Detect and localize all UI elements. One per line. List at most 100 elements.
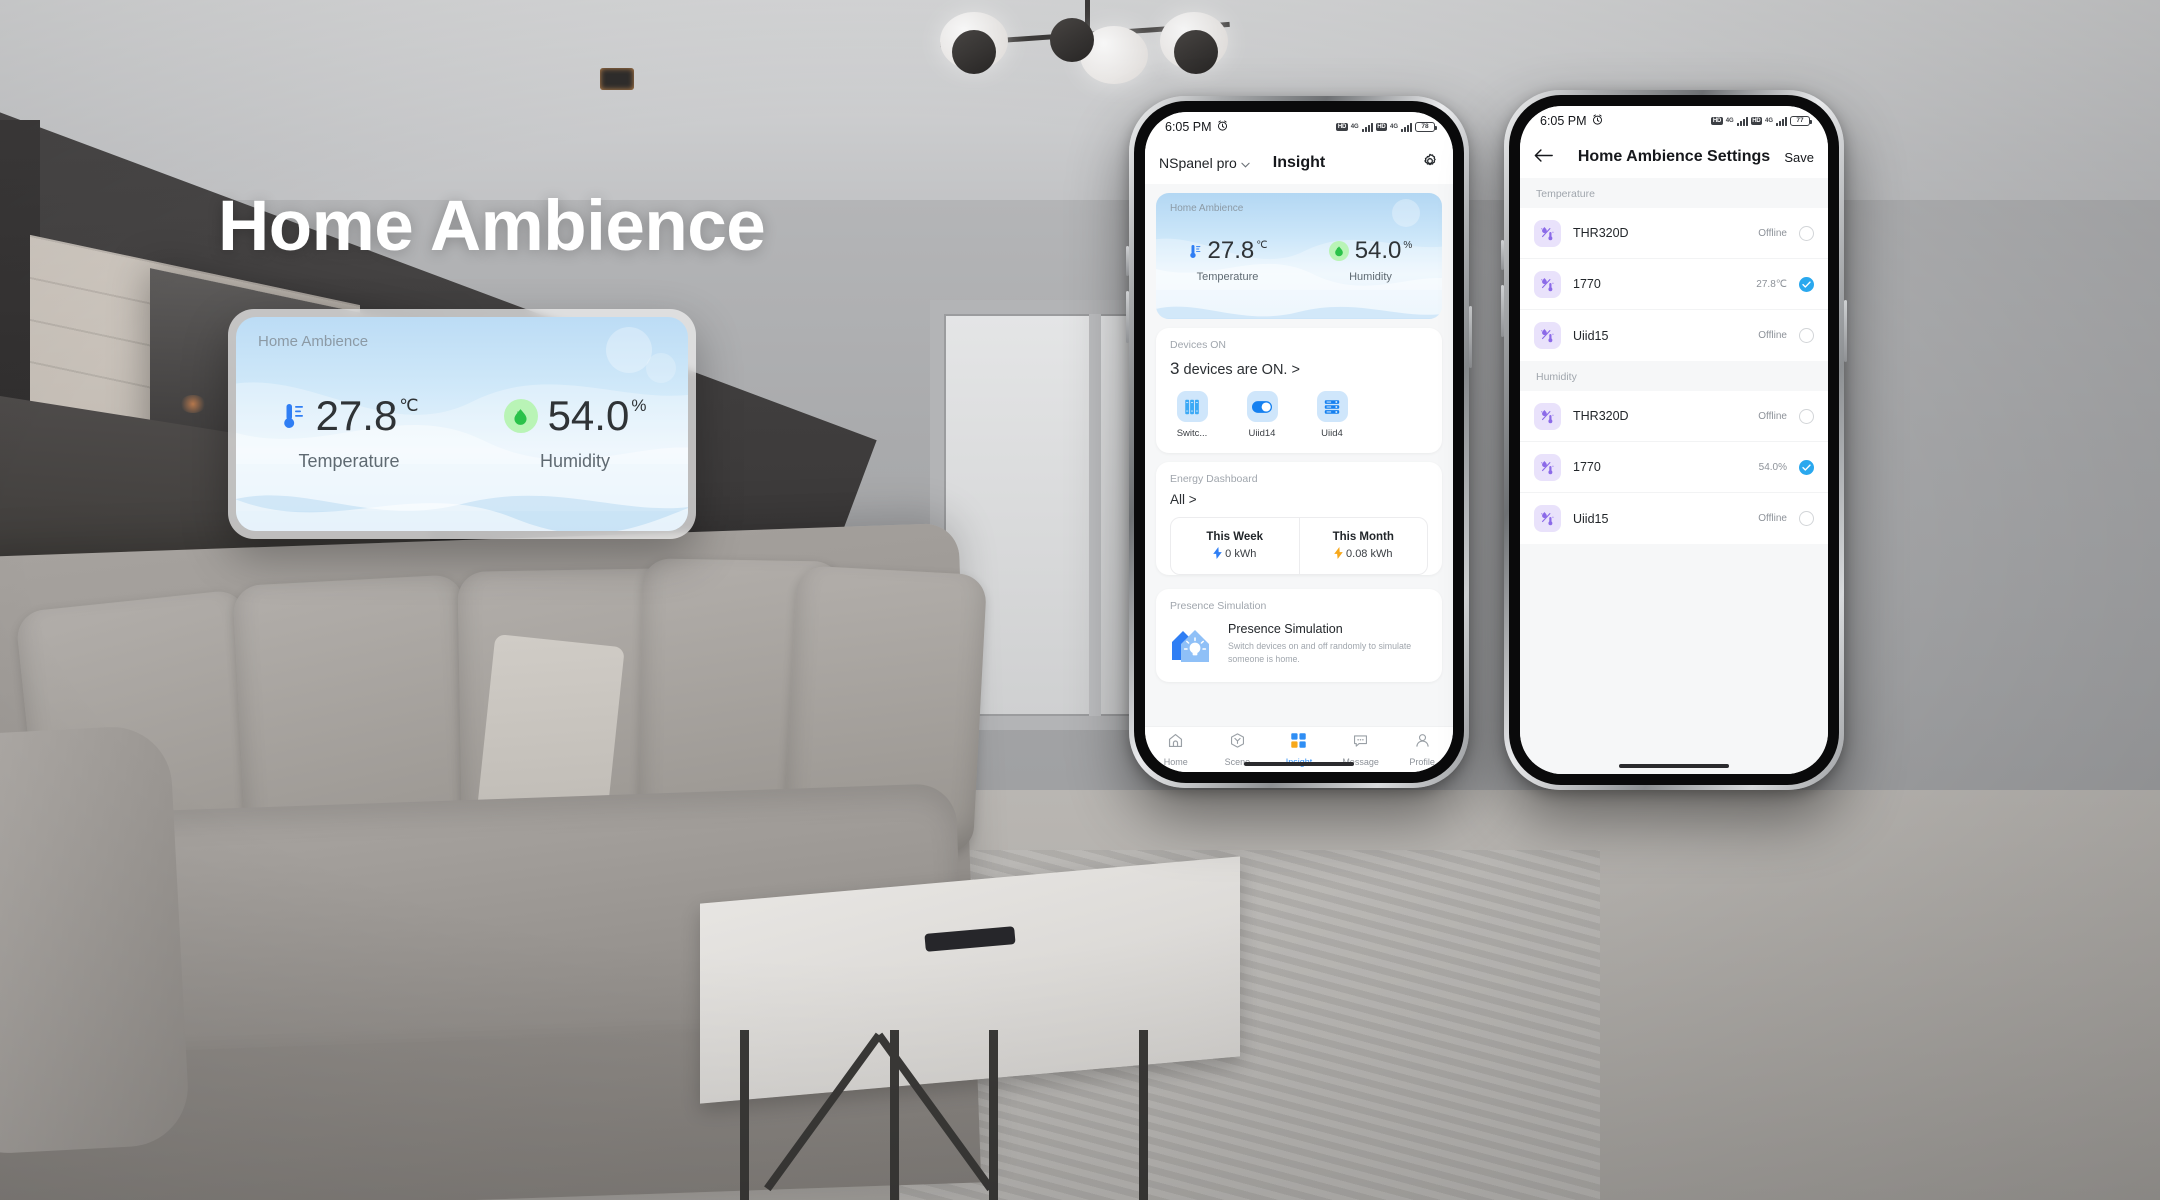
list-item[interactable]: Uiid15 Offline: [1520, 493, 1828, 544]
multi-channel-icon: [1316, 391, 1348, 422]
page-title: Home Ambience: [218, 187, 766, 266]
settings-button[interactable]: [1421, 152, 1439, 175]
card-label: Home Ambience: [1170, 203, 1244, 214]
bolt-icon: [1213, 546, 1222, 562]
signal-bars-icon: [1361, 122, 1373, 132]
device-tile[interactable]: Uiid14: [1240, 391, 1284, 439]
tab-home[interactable]: Home: [1145, 732, 1207, 767]
energy-month-title: This Month: [1332, 530, 1394, 543]
hd-badge: HD: [1750, 117, 1762, 125]
home-indicator[interactable]: [1244, 762, 1354, 766]
device-tile[interactable]: Switc...: [1170, 391, 1214, 439]
select-radio-checked[interactable]: [1799, 276, 1814, 292]
chevron-right-icon: >: [1291, 362, 1300, 378]
devices-on-headline[interactable]: 3 devices are ON. >: [1156, 351, 1442, 379]
volume-down-button[interactable]: [1126, 291, 1129, 343]
home-selector[interactable]: NSpanel pro: [1159, 155, 1250, 171]
page-heading: Home Ambience Settings: [1577, 148, 1771, 165]
humidity-drop-icon: [1328, 241, 1349, 261]
humidity-caption: Humidity: [539, 451, 610, 471]
battery-icon: 78: [1415, 122, 1437, 132]
device-name: Uiid15: [1573, 328, 1609, 343]
devices-on-count: 3: [1170, 359, 1180, 378]
select-radio-checked[interactable]: [1799, 459, 1814, 475]
battery-icon: 77: [1790, 116, 1812, 126]
humidity-value-group: 54.0 %: [548, 395, 647, 437]
presence-description: Switch devices on and off randomly to si…: [1228, 641, 1412, 664]
tab-profile-label: Profile: [1409, 757, 1435, 767]
device-name: Uiid14: [1248, 428, 1276, 439]
home-ambience-card[interactable]: Home Ambience 27.8 ℃ Temperature 54.0 % …: [1156, 193, 1442, 319]
scene-hexagon-icon: [1229, 732, 1246, 754]
volume-up-button[interactable]: [1126, 246, 1129, 276]
thermometer-icon: [1188, 243, 1202, 260]
profile-person-icon: [1414, 732, 1431, 754]
volume-up-button[interactable]: [1501, 240, 1504, 270]
humidity-metric: 54.0 % Humidity: [462, 395, 688, 472]
energy-month-cell[interactable]: This Month 0.08 kWh: [1298, 518, 1428, 574]
temperature-caption: Temperature: [1196, 271, 1259, 283]
temp-humidity-sensor-icon: [1534, 402, 1561, 430]
temp-humidity-sensor-icon: [1534, 219, 1561, 247]
energy-dashboard-card: Energy Dashboard All > This Week 0 kWh T…: [1156, 462, 1442, 575]
device-status: Offline: [1758, 410, 1787, 422]
humidity-value: 54.0: [547, 392, 630, 439]
temperature-value: 27.8: [1207, 237, 1255, 264]
home-name-label: NSpanel pro: [1159, 155, 1237, 171]
list-item[interactable]: 1770 54.0%: [1520, 442, 1828, 493]
power-button[interactable]: [1469, 306, 1472, 368]
status-time: 6:05 PM: [1165, 120, 1212, 134]
energy-week-cell[interactable]: This Week 0 kWh: [1171, 518, 1299, 574]
select-radio[interactable]: [1799, 225, 1814, 241]
battery-level: 78: [1421, 122, 1429, 130]
device-status: 27.8℃: [1756, 278, 1787, 290]
home-icon: [1167, 732, 1184, 754]
house-bulb-icon: [1170, 622, 1216, 664]
presence-simulation-title: Presence Simulation: [1170, 600, 1267, 612]
list-item[interactable]: THR320D Offline: [1520, 391, 1828, 442]
humidity-unit: %: [631, 396, 647, 415]
power-button[interactable]: [1844, 300, 1847, 362]
status-bar: 6:05 PM HD 4G HD 4G 78: [1145, 112, 1453, 142]
device-status: Offline: [1758, 513, 1787, 524]
select-radio[interactable]: [1799, 511, 1814, 526]
device-tile[interactable]: Uiid4: [1310, 391, 1354, 439]
bokeh-circle: [646, 353, 676, 383]
list-item[interactable]: Uiid15 Offline: [1520, 310, 1828, 361]
temperature-metric: 27.8 ℃ Temperature: [236, 395, 462, 472]
device-status: Offline: [1758, 227, 1787, 239]
phone-insight: 6:05 PM HD 4G HD 4G 78 NSpanel pro Insig…: [1126, 96, 1472, 788]
list-item[interactable]: 1770 27.8℃: [1520, 259, 1828, 310]
hd-badge: HD: [1336, 123, 1348, 131]
volume-down-button[interactable]: [1501, 285, 1504, 337]
tab-home-label: Home: [1163, 757, 1188, 767]
nav-bar: Home Ambience Settings Save: [1520, 136, 1828, 178]
temperature-value: 27.8: [315, 392, 398, 439]
humidity-metric: 54.0 % Humidity: [1299, 239, 1442, 283]
battery-level: 77: [1796, 116, 1804, 124]
select-radio[interactable]: [1799, 328, 1814, 343]
device-name: Switc...: [1176, 428, 1208, 439]
device-status: 54.0%: [1758, 461, 1787, 473]
list-item[interactable]: THR320D Offline: [1520, 208, 1828, 259]
status-bar: 6:05 PM HD 4G HD 4G 77: [1520, 106, 1828, 136]
temperature-unit: ℃: [1256, 240, 1268, 251]
energy-scope-selector[interactable]: All >: [1156, 485, 1442, 507]
device-name: Uiid15: [1573, 511, 1609, 526]
insight-content: Home Ambience 27.8 ℃ Temperature 54.0 % …: [1145, 184, 1453, 726]
select-radio[interactable]: [1799, 408, 1814, 424]
save-button[interactable]: Save: [1784, 150, 1814, 165]
device-name: 1770: [1573, 460, 1601, 474]
device-name: 1770: [1573, 277, 1601, 291]
settings-content: Temperature THR320D Offline 1770 27.8℃ U…: [1520, 178, 1828, 774]
home-ambience-hero-card: Home Ambience 27.8 ℃ Temperature 54.0 % …: [228, 309, 696, 539]
back-arrow-icon[interactable]: [1534, 148, 1553, 167]
humidity-unit: %: [1403, 240, 1413, 251]
presence-simulation-card[interactable]: Presence Simulation Presence Simulation …: [1156, 589, 1442, 682]
temperature-value-group: 27.8 ℃: [316, 395, 419, 437]
temperature-metric: 27.8 ℃ Temperature: [1156, 239, 1299, 283]
humidity-sensor-list: THR320D Offline 1770 54.0% Uiid15 Offlin…: [1520, 391, 1828, 544]
home-indicator[interactable]: [1619, 764, 1729, 768]
tab-profile[interactable]: Profile: [1391, 732, 1453, 767]
nav-bar: NSpanel pro Insight: [1145, 142, 1453, 184]
